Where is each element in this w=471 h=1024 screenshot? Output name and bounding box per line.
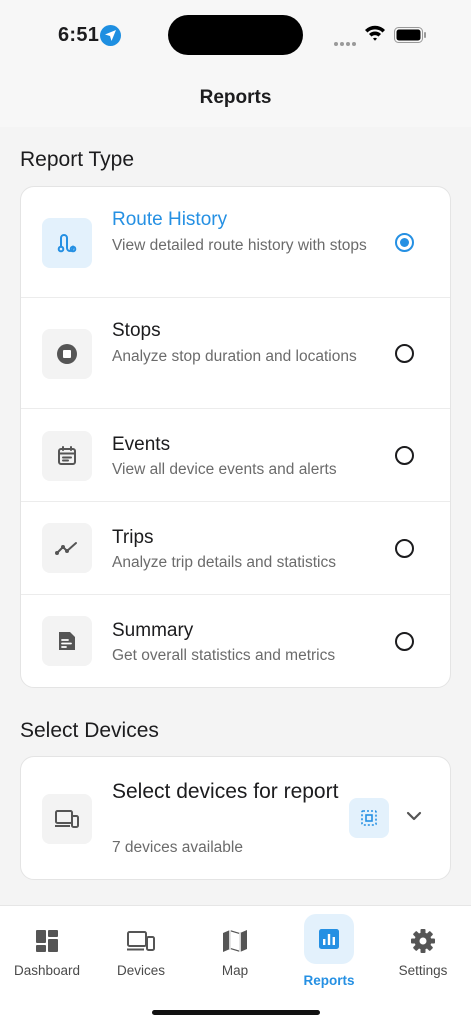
tab-map[interactable]: Map	[188, 914, 282, 984]
calendar-icon	[42, 431, 92, 481]
report-option-desc: View detailed route history with stops	[112, 237, 367, 254]
report-type-heading: Report Type	[20, 148, 135, 171]
tab-label: Settings	[398, 963, 448, 978]
status-bar: 6:51	[0, 0, 471, 70]
bar-chart-icon	[314, 924, 344, 954]
radio-trips[interactable]	[395, 539, 414, 558]
report-option-trips[interactable]: Trips Analyze trip details and statistic…	[21, 502, 450, 595]
radio-route-history[interactable]	[395, 233, 414, 252]
route-icon	[42, 218, 92, 268]
report-option-title: Stops	[112, 320, 161, 341]
report-option-desc: Get overall statistics and metrics	[112, 647, 336, 664]
signal-dots-icon	[334, 33, 358, 46]
report-option-title: Events	[112, 434, 171, 455]
status-time: 6:51	[58, 24, 100, 46]
report-type-card: Route History View detailed route histor…	[20, 186, 451, 688]
trend-icon	[42, 523, 92, 573]
radio-summary[interactable]	[395, 632, 414, 651]
tab-reports[interactable]: Reports	[282, 914, 376, 988]
page-title: Reports	[199, 87, 272, 108]
tab-label: Devices	[116, 963, 165, 978]
select-devices-heading: Select Devices	[20, 719, 159, 742]
tab-label: Reports	[303, 973, 355, 988]
tab-label: Map	[221, 963, 249, 978]
tab-dashboard[interactable]: Dashboard	[0, 914, 94, 984]
location-arrow-icon	[100, 25, 121, 46]
report-option-route-history[interactable]: Route History View detailed route histor…	[21, 187, 450, 298]
device-selector-card[interactable]: Select devices for report 7 devices avai…	[20, 756, 451, 880]
devices-icon	[42, 794, 92, 844]
tab-label: Dashboard	[13, 963, 81, 978]
device-count-text: 7 devices available	[112, 839, 243, 856]
report-option-title: Summary	[112, 620, 194, 641]
stop-icon	[42, 329, 92, 379]
report-option-desc: Analyze trip details and statistics	[112, 554, 336, 571]
report-option-desc: View all device events and alerts	[112, 461, 337, 478]
report-option-title: Trips	[112, 527, 154, 548]
battery-icon	[394, 27, 426, 43]
dashboard-icon	[32, 926, 62, 956]
select-all-button[interactable]	[349, 798, 389, 838]
radio-events[interactable]	[395, 446, 414, 465]
tab-settings[interactable]: Settings	[376, 914, 470, 984]
home-indicator	[152, 1010, 320, 1015]
wifi-icon	[365, 25, 385, 41]
device-selector-title: Select devices for report	[112, 780, 339, 803]
report-option-events[interactable]: Events View all device events and alerts	[21, 409, 450, 502]
bottom-tab-bar: Dashboard Devices Map Reports Settings	[0, 905, 471, 1024]
dynamic-island	[168, 15, 303, 55]
map-icon	[220, 926, 250, 956]
report-option-stops[interactable]: Stops Analyze stop duration and location…	[21, 298, 450, 409]
tab-devices[interactable]: Devices	[94, 914, 188, 984]
devices-icon	[126, 926, 156, 956]
chevron-down-icon[interactable]	[405, 810, 423, 822]
gear-icon	[408, 926, 438, 956]
report-option-desc: Analyze stop duration and locations	[112, 348, 357, 365]
summary-document-icon	[42, 616, 92, 666]
radio-stops[interactable]	[395, 344, 414, 363]
report-option-summary[interactable]: Summary Get overall statistics and metri…	[21, 595, 450, 687]
nav-header: Reports	[0, 70, 471, 127]
report-option-title: Route History	[112, 209, 228, 230]
